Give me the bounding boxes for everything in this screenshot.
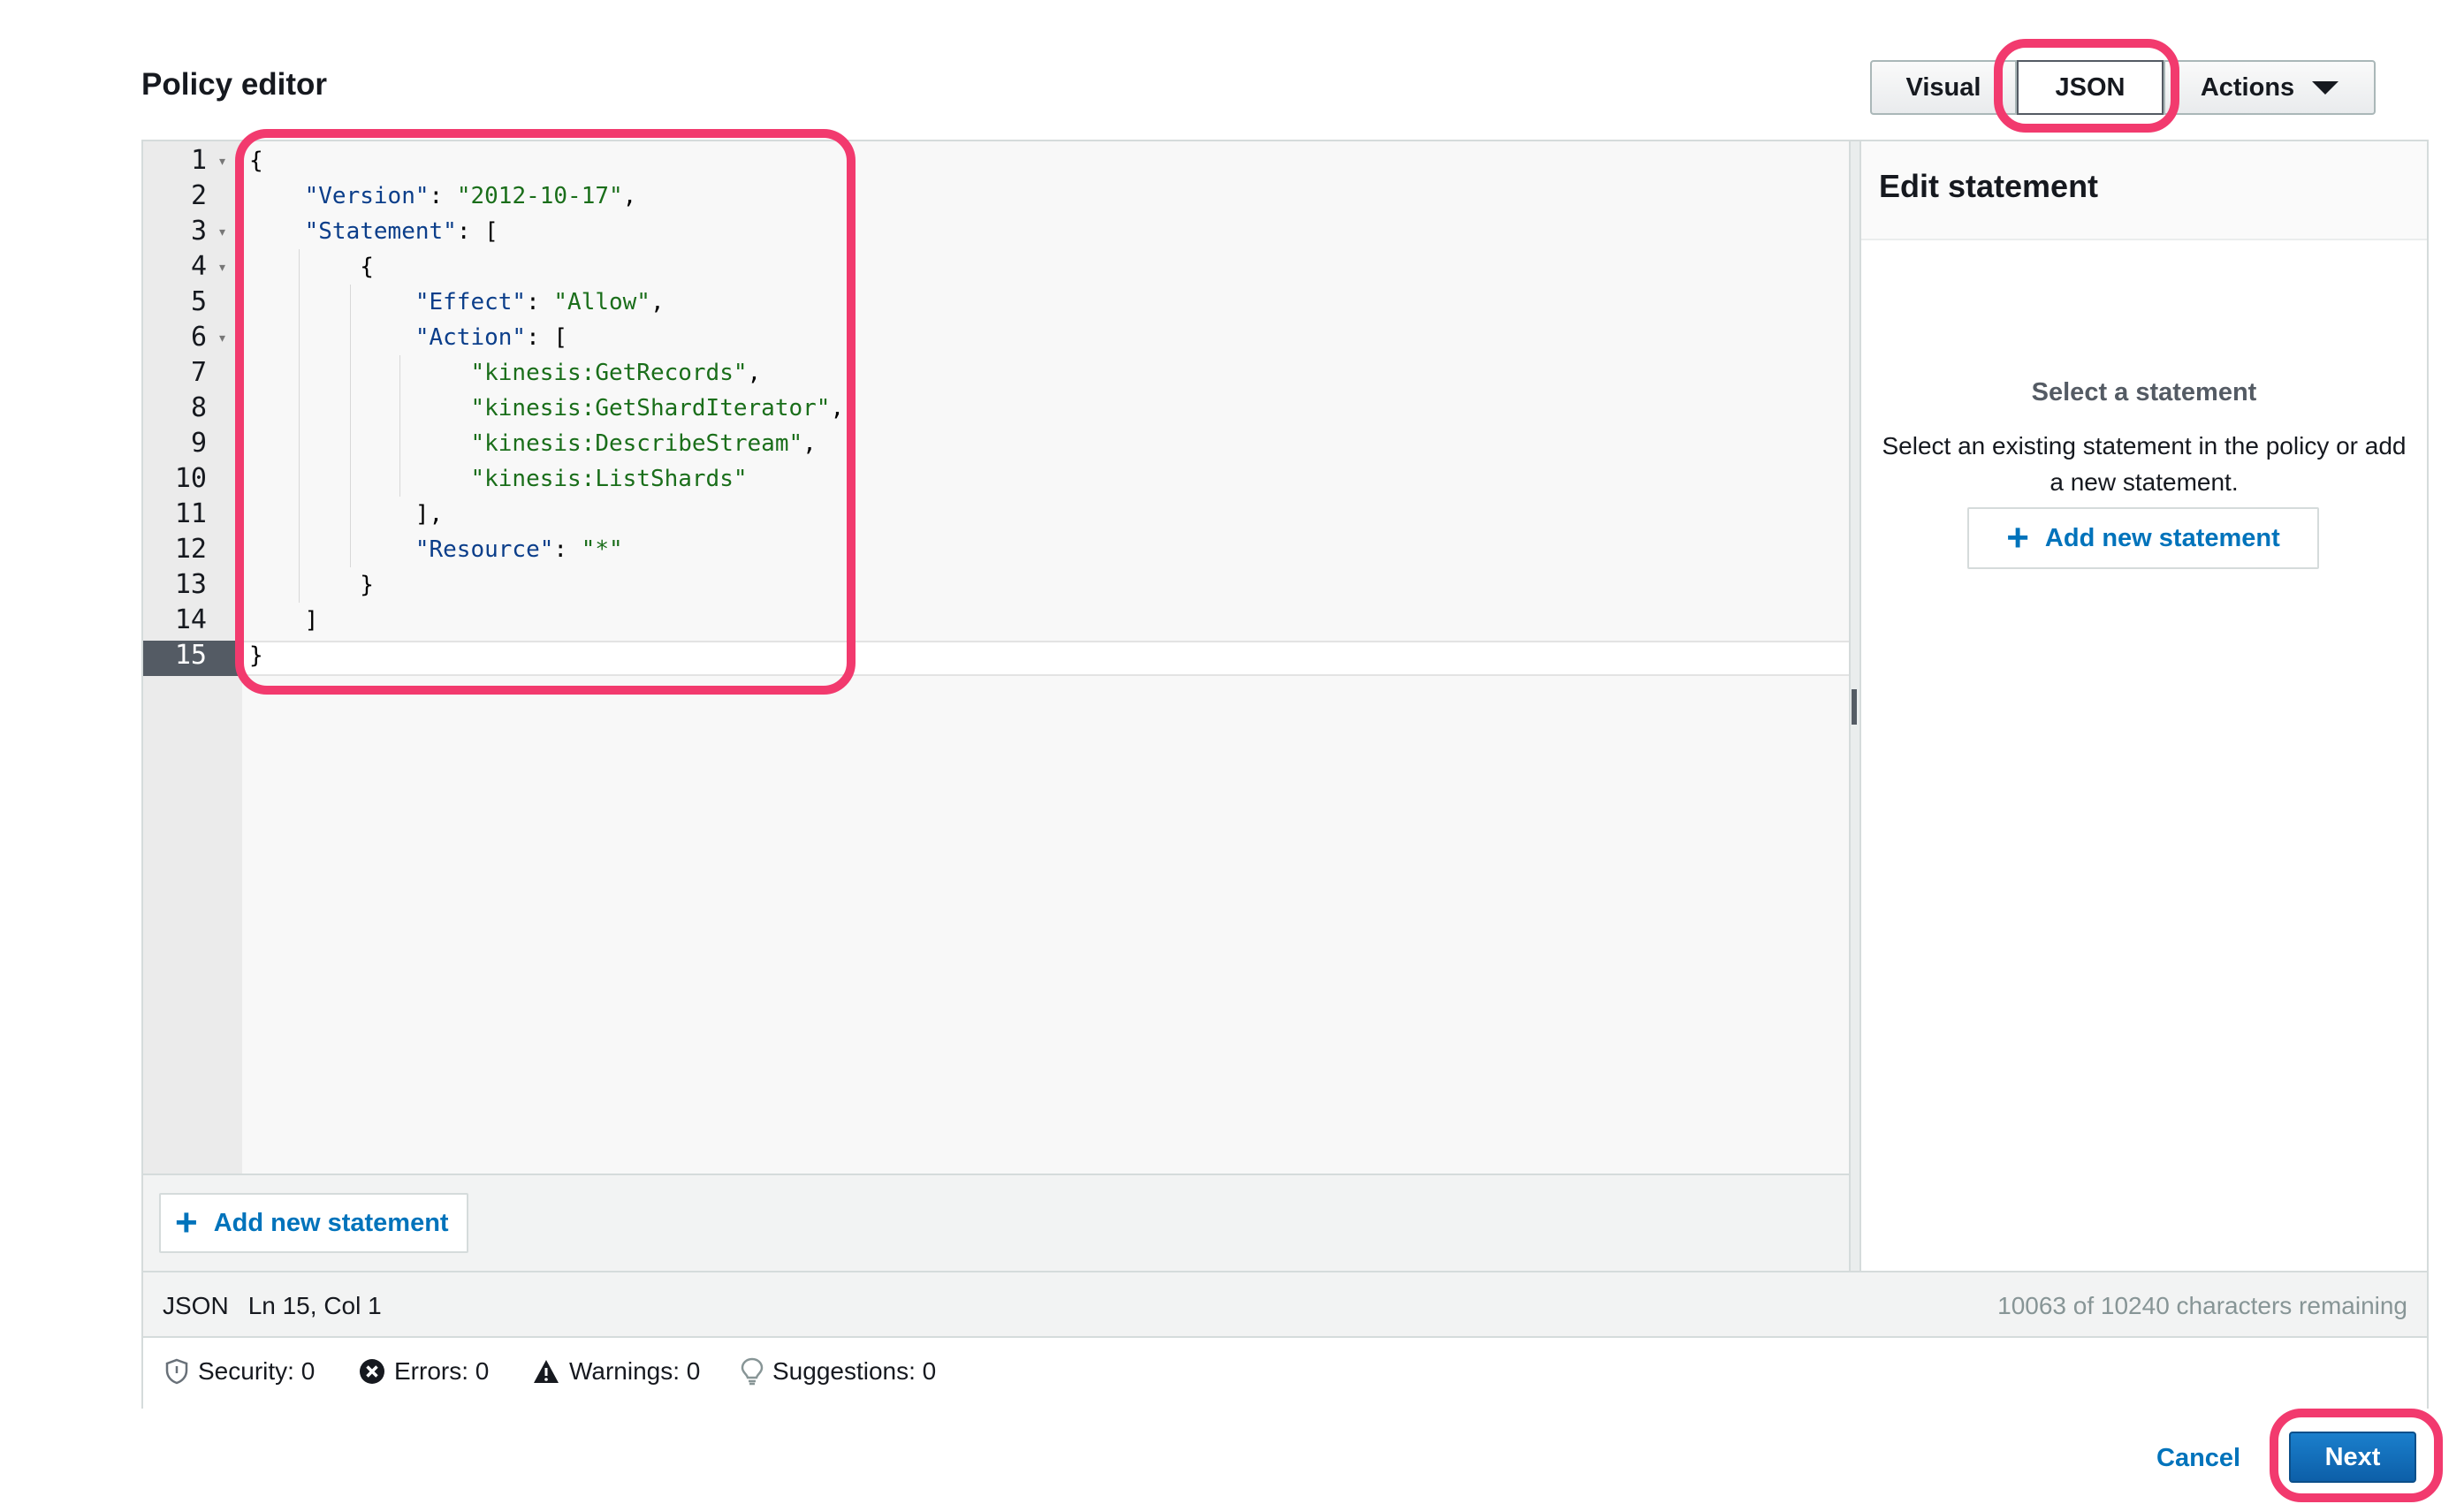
code-line: "kinesis:GetShardIterator",	[470, 395, 845, 422]
splitter-grip-icon[interactable]	[1852, 689, 1857, 725]
next-button[interactable]: Next	[2289, 1432, 2416, 1483]
shield-icon	[165, 1358, 188, 1385]
editor-toolbar: + Add new statement	[143, 1174, 1849, 1271]
lightbulb-icon	[741, 1357, 764, 1386]
security-findings[interactable]: Security: 0	[164, 1357, 315, 1386]
line-number: 13	[174, 569, 207, 600]
caret-down-icon	[2312, 80, 2339, 95]
warning-findings[interactable]: Warnings: 0	[532, 1357, 700, 1386]
visual-mode-button[interactable]: Visual	[1870, 60, 2017, 115]
edit-statement-title: Edit statement	[1879, 168, 2099, 204]
line-number: 7	[190, 357, 207, 388]
actions-dropdown-button[interactable]: Actions	[2164, 60, 2376, 115]
fold-toggle-icon[interactable]: ▾	[219, 249, 225, 285]
plus-icon: +	[2006, 516, 2029, 559]
panel-add-new-statement-button[interactable]: + Add new statement	[1967, 507, 2319, 569]
add-statement-label: Add new statement	[213, 1208, 449, 1237]
error-icon	[360, 1359, 384, 1384]
characters-remaining: 10063 of 10240 characters remaining	[1997, 1292, 2407, 1319]
code-line: ],	[414, 501, 444, 528]
code-line: "kinesis:ListShards"	[470, 466, 748, 492]
validation-summary: Security: 0 Errors: 0 Warnings: 0 Sugges…	[143, 1338, 2427, 1409]
plus-icon: +	[175, 1201, 198, 1244]
add-statement-label: Add new statement	[2044, 523, 2280, 552]
line-numbers: 1 2 3 4 5 6 7 8 9 10 11 12 13 14 15 ▾ ▾ …	[143, 143, 242, 691]
cancel-button[interactable]: Cancel	[2156, 1444, 2240, 1473]
code-line: }	[249, 642, 263, 669]
cursor-position: Ln 15, Col 1	[247, 1292, 382, 1319]
line-number: 10	[174, 463, 207, 494]
line-number: 4	[190, 251, 207, 282]
line-number: 6	[190, 322, 207, 353]
suggestion-findings[interactable]: Suggestions: 0	[741, 1357, 936, 1386]
code-line: "Effect": "Allow",	[414, 289, 665, 315]
code-line: "Action": [	[414, 324, 568, 351]
code-line: "Version": "2012-10-17",	[304, 183, 637, 209]
line-number: 3	[190, 216, 207, 247]
editor-status-bar: JSON Ln 15, Col 1 10063 of 10240 characte…	[143, 1271, 2427, 1338]
fold-toggle-icon[interactable]: ▾	[219, 143, 225, 179]
line-number: 11	[174, 498, 207, 529]
line-number: 9	[190, 428, 207, 459]
line-number: 8	[190, 392, 207, 423]
fold-toggle-icon[interactable]: ▾	[219, 214, 225, 249]
fold-toggle-icon[interactable]: ▾	[219, 320, 225, 355]
add-new-statement-button[interactable]: + Add new statement	[159, 1193, 468, 1253]
active-line-highlight	[242, 641, 1849, 676]
line-number: 5	[190, 286, 207, 317]
line-number: 1	[190, 145, 207, 176]
select-statement-heading: Select a statement	[2031, 378, 2257, 406]
code-line: "kinesis:DescribeStream",	[470, 430, 817, 457]
warning-icon	[534, 1360, 559, 1383]
code-line: "Resource": "*"	[414, 536, 623, 563]
line-number: 2	[190, 180, 207, 211]
edit-statement-panel	[1861, 141, 2427, 1271]
code-line: {	[249, 148, 263, 174]
code-line: "Statement": [	[304, 218, 498, 245]
code-line: {	[360, 254, 374, 280]
line-number: 12	[174, 534, 207, 565]
editor-mode-label: JSON	[163, 1292, 229, 1319]
line-number: 14	[174, 604, 207, 635]
error-findings[interactable]: Errors: 0	[359, 1357, 489, 1386]
json-mode-button[interactable]: JSON	[2017, 60, 2164, 115]
cursor-status: JSON Ln 15, Col 1	[163, 1292, 401, 1320]
code-line: }	[360, 572, 374, 598]
line-number: 15	[174, 640, 207, 671]
select-statement-description: Select an existing statement in the poli…	[1882, 432, 2407, 496]
page-title: Policy editor	[141, 67, 328, 102]
code-line: ]	[304, 607, 319, 634]
code-line: "kinesis:GetRecords",	[470, 360, 762, 386]
actions-label: Actions	[2200, 72, 2295, 102]
